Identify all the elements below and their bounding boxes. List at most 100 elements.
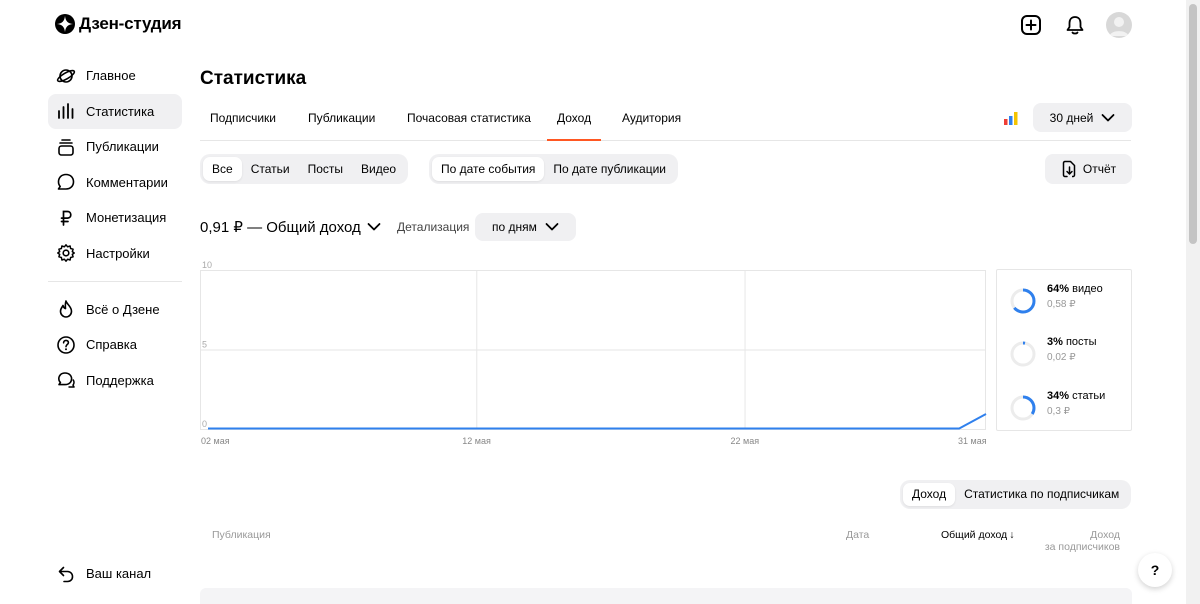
- x-tick-label: 31 мая: [958, 436, 987, 446]
- tab-income[interactable]: Доход: [547, 105, 602, 141]
- notifications-button[interactable]: [1062, 12, 1088, 38]
- share-label: статьи: [1072, 390, 1106, 402]
- tab-subscribers[interactable]: Подписчики: [200, 105, 286, 141]
- sidebar-item-label: Ваш канал: [86, 566, 152, 581]
- share-percent: 64%: [1047, 283, 1070, 295]
- col-total-income-label: Общий доход: [941, 529, 1008, 541]
- chevron-down-icon: [545, 223, 559, 231]
- create-button[interactable]: [1018, 12, 1044, 38]
- sidebar-item-statistics[interactable]: Статистика: [48, 93, 182, 129]
- period-dropdown[interactable]: 30 дней: [1033, 103, 1132, 132]
- col-date[interactable]: Дата: [846, 529, 869, 541]
- chat-icon: [56, 370, 76, 390]
- sidebar-item-your-channel[interactable]: Ваш канал: [48, 556, 151, 591]
- sidebar: Главное Статистика Публикации Комментари…: [48, 58, 182, 398]
- comment-icon: [56, 172, 76, 192]
- income-share-panel: 64% видео 0,58 ₽ 3% посты 0,02 ₽ 34% ста…: [996, 269, 1132, 431]
- sidebar-item-label: Публикации: [86, 139, 159, 154]
- tab-publications[interactable]: Публикации: [298, 105, 385, 141]
- x-tick-label: 02 мая: [201, 436, 230, 446]
- chevron-down-icon: [1101, 113, 1115, 121]
- sidebar-item-label: Статистика: [86, 103, 155, 119]
- col-subscriber-income[interactable]: Доход за подписчиков: [1042, 529, 1120, 553]
- period-label: 30 дней: [1049, 110, 1094, 125]
- back-arrow-icon: [56, 564, 76, 584]
- detail-label: Детализация: [397, 220, 470, 234]
- share-percent: 34%: [1047, 390, 1070, 402]
- stats-tabs: Подписчики Публикации Почасовая статисти…: [200, 105, 1131, 141]
- detail-dropdown[interactable]: по дням: [475, 213, 576, 241]
- filter-posts[interactable]: Посты: [299, 157, 352, 181]
- share-sum: 0,58 ₽: [1047, 299, 1076, 310]
- sidebar-item-about-zen[interactable]: Всё о Дзене: [48, 292, 182, 327]
- filter-by-event-date[interactable]: По дате события: [432, 157, 545, 181]
- sidebar-item-label: Главное: [86, 68, 136, 83]
- sidebar-item-publications[interactable]: Публикации: [48, 129, 182, 164]
- sidebar-item-support[interactable]: Поддержка: [48, 363, 182, 398]
- share-sum: 0,02 ₽: [1047, 352, 1076, 363]
- share-sum: 0,3 ₽: [1047, 406, 1071, 417]
- sidebar-item-label: Поддержка: [86, 372, 154, 388]
- logo[interactable]: Дзен-студия: [55, 14, 182, 34]
- share-percent: 3%: [1047, 336, 1063, 348]
- plus-square-icon: [1021, 15, 1041, 35]
- question-icon: [56, 335, 76, 355]
- zen-logo-icon: [55, 14, 75, 34]
- filter-articles[interactable]: Статьи: [242, 157, 299, 181]
- share-ring-articles: [1010, 395, 1036, 421]
- income-chart-svg: 10 5 0 02 мая 12 мая 22 мая 31 мая: [200, 260, 987, 446]
- filter-by-publication-date[interactable]: По дате публикации: [544, 157, 675, 181]
- col-total-income[interactable]: Общий доход ↓: [941, 529, 1014, 541]
- toggle-income[interactable]: Доход: [903, 483, 956, 506]
- sidebar-item-help[interactable]: Справка: [48, 327, 182, 362]
- ring-track: [1010, 341, 1036, 367]
- sidebar-divider: [48, 280, 182, 282]
- col-subscriber-income-line2: за подписчиков: [1044, 541, 1120, 553]
- total-income-dropdown[interactable]: 0,91 ₽ — Общий доход: [200, 218, 381, 236]
- detail-value: по дням: [492, 220, 537, 234]
- tab-hourly[interactable]: Почасовая статистика: [397, 105, 541, 141]
- income-chart: 10 5 0 02 мая 12 мая 22 мая 31 мая: [200, 258, 990, 450]
- col-subscriber-income-line1: Доход: [1090, 529, 1120, 541]
- y-tick-label: 0: [202, 419, 207, 429]
- col-publication[interactable]: Публикация: [212, 529, 271, 541]
- sidebar-bottom: Ваш канал: [48, 556, 151, 592]
- total-income-label: 0,91 ₽ — Общий доход: [200, 219, 361, 236]
- filter-all[interactable]: Все: [203, 157, 242, 181]
- report-label: Отчёт: [1082, 162, 1117, 176]
- tab-audience[interactable]: Аудитория: [612, 105, 691, 141]
- gear-icon: [56, 243, 76, 263]
- chevron-down-icon: [367, 223, 381, 231]
- scrollbar[interactable]: [1186, 0, 1200, 604]
- sidebar-item-label: Всё о Дзене: [86, 301, 160, 317]
- share-ring-video: [1010, 288, 1036, 314]
- app-title: Дзен-студия: [79, 14, 182, 33]
- flame-icon: [56, 299, 76, 319]
- top-bar: Дзен-студия: [0, 0, 1186, 52]
- sidebar-item-main[interactable]: Главное: [48, 58, 182, 93]
- table-row[interactable]: [200, 588, 1132, 604]
- report-download-icon: [1062, 160, 1076, 178]
- chart-type-icon[interactable]: [1003, 110, 1019, 126]
- user-icon: [1109, 17, 1129, 36]
- share-ring-posts: [1010, 341, 1036, 367]
- sidebar-item-label: Комментарии: [86, 174, 168, 190]
- toggle-subscriber-stats[interactable]: Статистика по подписчикам: [955, 483, 1128, 506]
- sidebar-item-settings[interactable]: Настройки: [48, 236, 182, 271]
- filter-video[interactable]: Видео: [352, 157, 405, 181]
- content-type-filter: Все Статьи Посты Видео: [200, 154, 409, 184]
- avatar[interactable]: [1106, 12, 1132, 38]
- share-articles: 34% статьи 0,3 ₽: [1009, 390, 1105, 430]
- sidebar-item-label: Справка: [86, 337, 137, 352]
- share-label: видео: [1072, 283, 1103, 295]
- stack-icon: [56, 137, 76, 157]
- help-button[interactable]: ?: [1138, 553, 1172, 587]
- sidebar-item-comments[interactable]: Комментарии: [48, 165, 182, 200]
- y-tick-label: 5: [202, 340, 207, 350]
- report-button[interactable]: Отчёт: [1045, 154, 1132, 184]
- x-tick-label: 22 мая: [731, 436, 760, 446]
- scrollbar-thumb[interactable]: [1189, 4, 1197, 244]
- ruble-icon: [56, 208, 76, 228]
- date-mode-filter: По дате события По дате публикации: [429, 154, 678, 184]
- sidebar-item-monetization[interactable]: Монетизация: [48, 200, 182, 235]
